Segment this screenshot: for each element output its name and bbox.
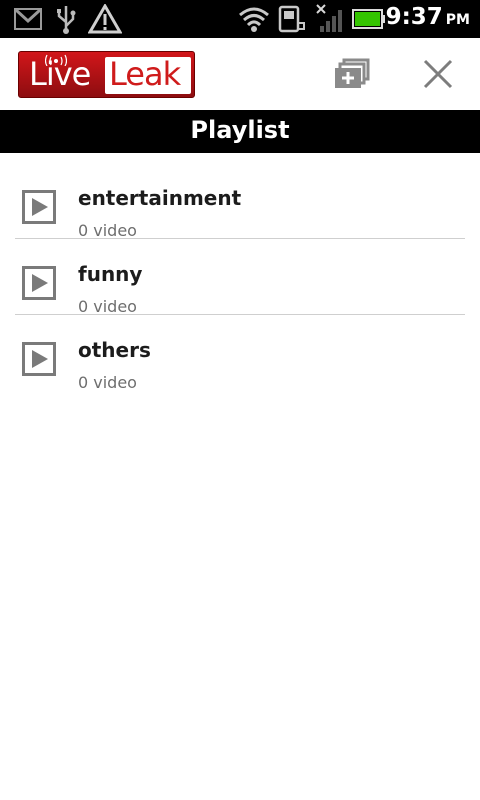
list-item[interactable]: funny 0 video [15, 239, 465, 316]
close-icon [423, 59, 453, 89]
playlist-name: others [78, 338, 151, 362]
logo-live-text: Live [29, 55, 91, 93]
playlist-name: funny [78, 262, 143, 286]
playlist-list: entertainment 0 video funny 0 video othe… [0, 163, 480, 392]
gmail-icon [14, 8, 42, 30]
sd-card-icon [278, 5, 305, 33]
wifi-icon [239, 7, 269, 32]
playlist-name: entertainment [78, 186, 242, 210]
clock-time: 9:37 [385, 4, 443, 30]
status-bar: 9:37 PM [0, 0, 480, 38]
no-signal-icon [316, 4, 342, 32]
clock: 9:37 PM [386, 4, 470, 30]
title-bar: Playlist [0, 110, 480, 153]
playlist-count: 0 video [78, 221, 137, 240]
playlist-count: 0 video [78, 297, 137, 316]
play-icon [22, 342, 56, 376]
add-playlist-button[interactable] [330, 54, 376, 94]
play-icon [22, 190, 56, 224]
logo-leak-box: Leak [105, 55, 191, 94]
logo-leak-text: Leak [109, 55, 181, 93]
warning-icon [88, 4, 122, 34]
battery-icon [352, 9, 385, 29]
add-playlist-icon [335, 58, 370, 88]
liveleak-logo: Live Leak [18, 51, 195, 98]
list-item[interactable]: others 0 video [15, 315, 465, 392]
page-title: Playlist [190, 116, 290, 144]
playlist-count: 0 video [78, 373, 137, 392]
play-icon [22, 266, 56, 300]
clock-ampm: PM [445, 12, 470, 28]
app-header: Live Leak [0, 38, 480, 110]
usb-icon [57, 6, 76, 34]
list-item[interactable]: entertainment 0 video [15, 163, 465, 240]
close-button[interactable] [416, 54, 460, 94]
